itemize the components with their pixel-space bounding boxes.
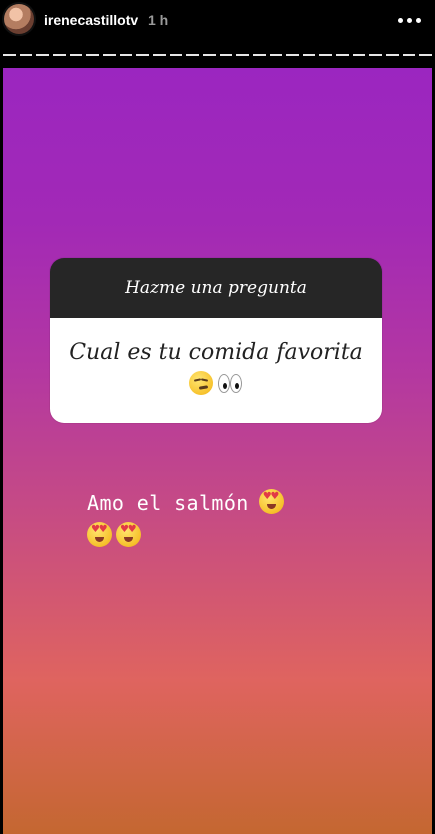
progress-segment [152, 54, 166, 56]
progress-segment [19, 54, 33, 56]
more-options-icon[interactable] [395, 9, 423, 31]
answer-text-block: Amo el salmón [87, 487, 284, 552]
progress-segment [252, 54, 266, 56]
question-sticker-body: Cual es tu comida favorita [50, 318, 382, 423]
progress-segment [219, 54, 233, 56]
progress-segment [3, 54, 16, 56]
progress-segment [202, 54, 216, 56]
progress-segment [319, 54, 333, 56]
progress-segment [419, 54, 433, 56]
progress-segment [169, 54, 183, 56]
progress-segment [86, 54, 99, 56]
progress-segment [369, 54, 383, 56]
more-dot-icon [397, 17, 403, 23]
more-dot-icon [406, 17, 412, 23]
username[interactable]: irenecastillotv [44, 12, 138, 28]
eyes-emoji [218, 372, 242, 394]
progress-segment [352, 54, 366, 56]
progress-segment [136, 54, 149, 56]
answer-emoji-row [87, 520, 284, 552]
progress-segment [236, 54, 249, 56]
question-sticker-title: Hazme una pregunta [50, 258, 382, 318]
progress-segment [69, 54, 83, 56]
progress-segment [186, 54, 199, 56]
progress-segment [402, 54, 416, 56]
avatar[interactable] [4, 4, 34, 34]
question-text: Cual es tu comida favorita [69, 340, 363, 365]
progress-segment [336, 54, 349, 56]
heart-eyes-emoji [87, 522, 112, 547]
answer-text: Amo el salmón [87, 491, 249, 515]
question-sticker: Hazme una pregunta Cual es tu comida fav… [50, 258, 382, 423]
progress-segment [102, 54, 116, 56]
progress-segment [386, 54, 399, 56]
more-dot-icon [415, 17, 421, 23]
progress-segment [302, 54, 316, 56]
question-emojis [189, 371, 243, 397]
timestamp: 1 h [148, 12, 169, 28]
progress-segment [119, 54, 133, 56]
smirk-emoji [189, 371, 213, 395]
progress-segment [52, 54, 66, 56]
story-progress-bar [3, 49, 433, 61]
heart-eyes-emoji [258, 489, 284, 514]
heart-eyes-emoji [116, 522, 141, 547]
progress-segment [36, 54, 49, 56]
progress-segment [286, 54, 299, 56]
progress-segment [269, 54, 283, 56]
story-header: irenecastillotv 1 h [0, 0, 435, 68]
story-content[interactable]: Hazme una pregunta Cual es tu comida fav… [3, 68, 432, 834]
